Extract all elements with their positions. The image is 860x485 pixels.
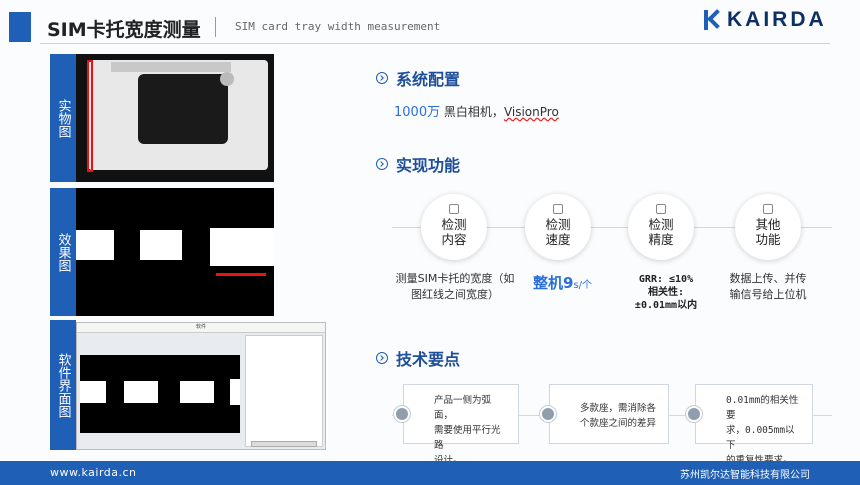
- keypoint-line: 产品一侧为弧面，: [434, 395, 492, 421]
- function-circle-speed: 检测 速度: [525, 194, 591, 260]
- page-subtitle: SIM card tray width measurement: [235, 20, 441, 33]
- function-label: 检测: [545, 217, 571, 232]
- keypoint-line: 需要使用平行光路: [434, 425, 501, 451]
- view-block: [180, 381, 214, 403]
- link-icon: [686, 406, 702, 422]
- function-circle-content: 检测 内容: [421, 194, 487, 260]
- keypoint-line: 求，0.005mm以下: [726, 425, 795, 451]
- camera-type: 黑白相机，: [443, 105, 504, 119]
- keypoint-line: 0.01mm的相关性要: [726, 395, 799, 421]
- precision-line: 相关性:: [647, 287, 685, 298]
- keypoint-card: 0.01mm的相关性要 求，0.005mm以下 的重复性要求。: [695, 384, 813, 466]
- function-precision-desc: GRR: ≤10% 相关性: ±0.01mm以内: [618, 273, 714, 312]
- keypoint-line: 个款座之间的差异: [580, 418, 657, 429]
- footer-website[interactable]: www.kairda.cn: [50, 466, 137, 479]
- document-icon: [449, 204, 459, 214]
- section-keypoints-header: 技术要点: [376, 346, 460, 370]
- software-side-panel: [245, 335, 323, 447]
- view-block: [230, 379, 240, 405]
- effect-block: [140, 230, 182, 260]
- rocket-icon: [553, 204, 563, 214]
- effect-block: [76, 230, 114, 260]
- tray-slot-top: [111, 62, 231, 72]
- arrow-circle-icon: [376, 158, 388, 170]
- function-label: 速度: [545, 232, 571, 247]
- keypoint-card: 多款座，需消除各 个款座之间的差异: [549, 384, 669, 444]
- arrow-circle-icon: [376, 72, 388, 84]
- config-text: 1000万 黑白相机，VisionPro: [394, 101, 559, 120]
- keypoint-line: 多款座，需消除各: [580, 403, 657, 414]
- measure-marker: [216, 273, 266, 276]
- section-functions-header: 实现功能: [376, 152, 460, 176]
- clock-icon: [540, 406, 556, 422]
- logo-k-icon: [704, 10, 720, 30]
- section-config-title: 系统配置: [396, 70, 461, 89]
- company-logo: KAIRDA: [704, 8, 827, 32]
- tab-software: 软件界面图: [50, 320, 76, 450]
- function-desc-content: 测量SIM卡托的宽度（如 图红线之间宽度）: [388, 271, 522, 303]
- title-divider: [215, 17, 216, 37]
- function-desc-other: 数据上传、并传 输信号给上位机: [718, 271, 818, 303]
- function-circle-precision: 检测 精度: [628, 194, 694, 260]
- tray-slot: [138, 74, 228, 144]
- section-config-header: 系统配置: [376, 66, 460, 90]
- function-speed-value: 整机9s/个: [533, 272, 592, 293]
- product-photo: [76, 54, 274, 182]
- camera-resolution: 1000万: [394, 105, 441, 120]
- function-circle-other: 其他 功能: [735, 194, 801, 260]
- view-block: [124, 381, 158, 403]
- page-title: SIM卡托宽度测量: [47, 19, 201, 41]
- desc-line: 图红线之间宽度）: [411, 288, 499, 301]
- speed-value: 整机9: [533, 274, 574, 292]
- effect-block: [210, 228, 274, 266]
- tab-photo: 实物图: [50, 54, 76, 182]
- tab-effect: 效果图: [50, 188, 76, 316]
- header-rule: [40, 43, 830, 44]
- function-label: 检测: [441, 217, 467, 232]
- function-label: 检测: [648, 217, 674, 232]
- search-icon: [394, 406, 410, 422]
- view-block: [80, 381, 106, 403]
- software-screenshot: 软件: [76, 322, 326, 450]
- software-image-view: [80, 355, 240, 433]
- header-accent-block: [9, 12, 31, 42]
- software-title-bar: 软件: [77, 323, 325, 333]
- speed-unit: s/个: [573, 280, 593, 291]
- function-label: 功能: [755, 232, 781, 247]
- keypoint-card: 产品一侧为弧面， 需要使用平行光路 设计。: [403, 384, 519, 466]
- tray-pin-hole: [220, 72, 234, 86]
- shield-icon: [763, 204, 773, 214]
- desc-line: 测量SIM卡托的宽度（如: [395, 272, 515, 285]
- precision-line: ±0.01mm以内: [634, 300, 698, 311]
- function-label: 精度: [648, 232, 674, 247]
- software-button: [251, 441, 317, 447]
- software-brand: VisionPro: [503, 105, 559, 119]
- section-functions-title: 实现功能: [396, 156, 461, 175]
- effect-image: [76, 188, 274, 316]
- function-label: 内容: [441, 232, 467, 247]
- desc-line: 数据上传、并传: [729, 272, 807, 285]
- precision-line: GRR: ≤10%: [638, 274, 694, 285]
- ruler-icon: [656, 204, 666, 214]
- arrow-circle-icon: [376, 352, 388, 364]
- measure-marker: [87, 60, 93, 172]
- footer-company: 苏州凯尔达智能科技有限公司: [680, 470, 810, 481]
- desc-line: 输信号给上位机: [729, 288, 807, 301]
- section-keypoints-title: 技术要点: [396, 350, 461, 369]
- function-label: 其他: [755, 217, 781, 232]
- logo-text: KAIRDA: [727, 8, 827, 31]
